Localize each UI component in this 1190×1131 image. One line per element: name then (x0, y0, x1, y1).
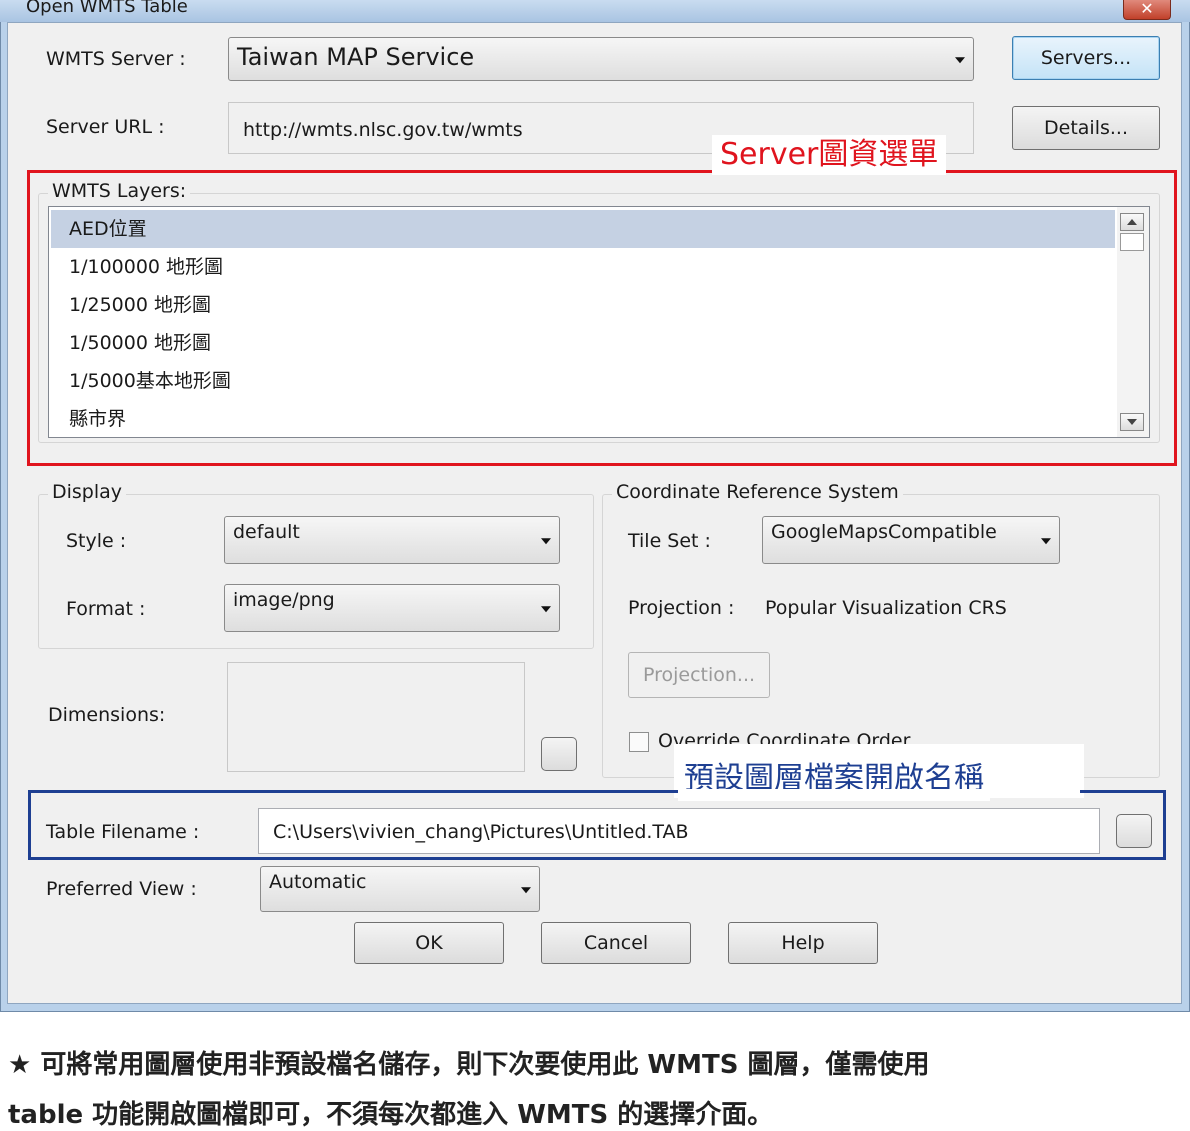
wmts-server-select[interactable]: Taiwan MAP Service (228, 37, 974, 81)
format-value: image/png (233, 589, 335, 611)
table-filename-input[interactable]: C:\Users\vivien_chang\Pictures\Untitled.… (258, 808, 1100, 854)
note-line-2: table 功能開啟圖檔即可，不須每次都進入 WMTS 的選擇介面。 (8, 1100, 774, 1130)
crs-legend: Coordinate Reference System (612, 481, 903, 503)
cancel-button[interactable]: Cancel (541, 922, 691, 964)
details-button[interactable]: Details... (1012, 106, 1160, 150)
dimensions-label: Dimensions: (48, 704, 166, 726)
chevron-down-icon (521, 887, 531, 894)
projection-value: Popular Visualization CRS (765, 597, 1007, 619)
table-filename-label: Table Filename : (46, 821, 200, 843)
chevron-down-icon (541, 606, 551, 613)
server-menu-annotation-text: Server圖資選單 (712, 135, 947, 175)
style-label: Style : (66, 530, 127, 552)
dimensions-box[interactable] (227, 662, 525, 772)
annotation-gap (678, 789, 1080, 794)
close-icon: ✕ (1140, 0, 1154, 18)
preferred-view-select[interactable]: Automatic (260, 866, 540, 912)
projection-label: Projection : (628, 597, 735, 619)
chevron-down-icon (955, 57, 965, 64)
wmts-server-label: WMTS Server : (46, 48, 186, 70)
title-bar[interactable]: Open WMTS Table (0, 0, 1190, 22)
style-select[interactable]: default (224, 516, 560, 564)
preferred-view-value: Automatic (269, 871, 367, 893)
help-button[interactable]: Help (728, 922, 878, 964)
browse-filename-button[interactable] (1116, 814, 1152, 848)
chevron-down-icon (541, 538, 551, 545)
override-coordinate-checkbox[interactable] (629, 732, 649, 752)
ok-button[interactable]: OK (354, 922, 504, 964)
display-legend: Display (48, 481, 127, 503)
note-line-1: ★ 可將常用圖層使用非預設檔名儲存，則下次要使用此 WMTS 圖層，僅需使用 (8, 1050, 930, 1080)
preferred-view-label: Preferred View : (46, 878, 197, 900)
wmts-server-value: Taiwan MAP Service (237, 43, 475, 71)
format-select[interactable]: image/png (224, 584, 560, 632)
window-title: Open WMTS Table (26, 0, 188, 17)
dimensions-button[interactable] (541, 737, 577, 771)
server-url-label: Server URL : (46, 116, 165, 138)
projection-button[interactable]: Projection... (628, 652, 770, 698)
close-button[interactable]: ✕ (1123, 0, 1171, 20)
table-filename-value: C:\Users\vivien_chang\Pictures\Untitled.… (273, 821, 689, 843)
tileset-value: GoogleMapsCompatible (771, 521, 997, 543)
server-url-value: http://wmts.nlsc.gov.tw/wmts (243, 119, 523, 141)
chevron-down-icon (1041, 538, 1051, 545)
style-value: default (233, 521, 300, 543)
tileset-select[interactable]: GoogleMapsCompatible (762, 516, 1060, 564)
servers-button[interactable]: Servers... (1012, 36, 1160, 80)
server-menu-annotation-frame (27, 170, 1177, 466)
format-label: Format : (66, 598, 146, 620)
tileset-label: Tile Set : (628, 530, 711, 552)
